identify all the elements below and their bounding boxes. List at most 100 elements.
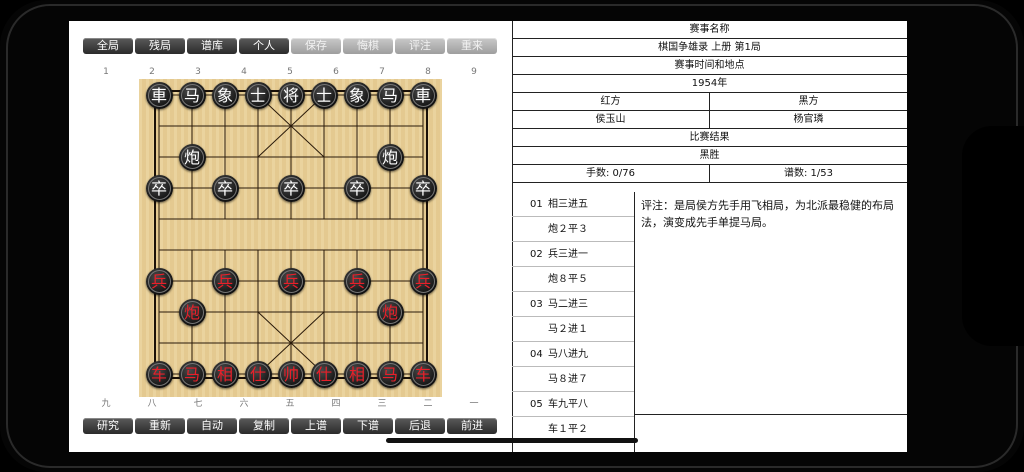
- top-toolbar-button-6[interactable]: 评注: [395, 38, 445, 54]
- file-label: 1: [103, 67, 109, 77]
- bottom-toolbar-button-7[interactable]: 前进: [447, 418, 497, 434]
- top-toolbar-button-7[interactable]: 重来: [447, 38, 497, 54]
- file-label: 九: [101, 399, 111, 409]
- piece-black[interactable]: 卒: [211, 174, 239, 202]
- piece-black[interactable]: 士: [310, 81, 338, 109]
- bottom-toolbar-button-6[interactable]: 后退: [395, 418, 445, 434]
- event-label: 赛事名称: [689, 24, 730, 35]
- move-item[interactable]: 02 兵三进一: [512, 242, 634, 267]
- top-toolbar-button-2[interactable]: 谱库: [187, 38, 237, 54]
- file-label: 六: [239, 399, 249, 409]
- piece-red[interactable]: 车: [409, 360, 437, 388]
- piece-black[interactable]: 炮: [178, 143, 206, 171]
- move-text: 相三进五: [548, 199, 588, 210]
- piece-black[interactable]: 車: [409, 81, 437, 109]
- top-toolbar-button-4[interactable]: 保存: [291, 38, 341, 54]
- move-number: 03: [530, 299, 543, 310]
- piece-black[interactable]: 将: [277, 81, 305, 109]
- piece-red[interactable]: 兵: [145, 267, 173, 295]
- move-list: 01 相三进五 炮２平３ 02 兵三进一炮８平５ 03 马二进三马２进１ 04 马八进九马８进７…: [512, 192, 634, 452]
- top-toolbar-button-3[interactable]: 个人: [239, 38, 289, 54]
- piece-black[interactable]: 马: [376, 81, 404, 109]
- bottom-toolbar-button-0[interactable]: 研究: [83, 418, 133, 434]
- move-text: 车九平八: [548, 399, 588, 410]
- bottom-toolbar-button-3[interactable]: 复制: [239, 418, 289, 434]
- piece-red[interactable]: 兵: [409, 267, 437, 295]
- move-item[interactable]: 炮８平５: [512, 267, 634, 292]
- move-text: 马８进７: [548, 374, 588, 385]
- piece-red[interactable]: 兵: [211, 267, 239, 295]
- piece-black[interactable]: 象: [343, 81, 371, 109]
- piece-black[interactable]: 马: [178, 81, 206, 109]
- piece-red[interactable]: 仕: [244, 360, 272, 388]
- bottom-toolbar-button-2[interactable]: 自动: [187, 418, 237, 434]
- piece-red[interactable]: 炮: [178, 298, 206, 326]
- piece-black[interactable]: 象: [211, 81, 239, 109]
- move-item[interactable]: 05 车九平八: [512, 392, 634, 417]
- piece-black[interactable]: 卒: [343, 174, 371, 202]
- red-label: 红方: [600, 96, 621, 107]
- file-label: 一: [469, 399, 479, 409]
- red-player: 侯玉山: [595, 114, 626, 125]
- file-label: 七: [193, 399, 203, 409]
- move-text: 炮８平５: [548, 274, 588, 285]
- records-count: 谱数: 1/53: [709, 165, 907, 182]
- bottom-toolbar-button-4[interactable]: 上谱: [291, 418, 341, 434]
- top-toolbar-button-0[interactable]: 全局: [83, 38, 133, 54]
- counts-row: 手数: 0/76 谱数: 1/53: [512, 165, 907, 183]
- move-text: 马２进１: [548, 324, 588, 335]
- event-value-row: 棋国争雄录 上册 第1局: [512, 39, 907, 57]
- file-label: 4: [241, 67, 247, 77]
- bottom-toolbar-button-5[interactable]: 下谱: [343, 418, 393, 434]
- result-value: 黑胜: [699, 150, 720, 161]
- bottom-toolbar-button-1[interactable]: 重新: [135, 418, 185, 434]
- file-label: 5: [287, 67, 293, 77]
- move-item[interactable]: 03 马二进三: [512, 292, 634, 317]
- move-item[interactable]: 炮２平３: [512, 217, 634, 242]
- players-row: 侯玉山 杨官璘: [512, 111, 907, 129]
- home-indicator[interactable]: [386, 438, 638, 443]
- result-value-row: 黑胜: [512, 147, 907, 165]
- piece-red[interactable]: 炮: [376, 298, 404, 326]
- piece-red[interactable]: 相: [343, 360, 371, 388]
- piece-red[interactable]: 相: [211, 360, 239, 388]
- chess-board[interactable]: 車马象士将士象马車炮炮卒卒卒卒卒兵兵兵兵兵炮炮车马相仕帅仕相马车: [139, 79, 442, 397]
- file-label: 2: [149, 67, 155, 77]
- move-item[interactable]: 04 马八进九: [512, 342, 634, 367]
- time-place-value-row: 1954年: [512, 75, 907, 93]
- top-toolbar-button-5[interactable]: 悔棋: [343, 38, 393, 54]
- event-label-row: 赛事名称: [512, 21, 907, 39]
- piece-red[interactable]: 马: [178, 360, 206, 388]
- moves-count: 手数: 0/76: [585, 168, 635, 179]
- file-label: 八: [147, 399, 157, 409]
- move-item[interactable]: 01 相三进五: [512, 192, 634, 217]
- piece-red[interactable]: 马: [376, 360, 404, 388]
- piece-red[interactable]: 兵: [277, 267, 305, 295]
- piece-black[interactable]: 車: [145, 81, 173, 109]
- piece-red[interactable]: 兵: [343, 267, 371, 295]
- piece-black[interactable]: 炮: [376, 143, 404, 171]
- top-toolbar: 全局 残局 谱库 个人 保存 悔棋 评注 重来: [83, 38, 497, 54]
- move-item[interactable]: 马８进７: [512, 367, 634, 392]
- event-value: 棋国争雄录 上册 第1局: [658, 42, 761, 53]
- piece-black[interactable]: 卒: [409, 174, 437, 202]
- app-screen: 全局 残局 谱库 个人 保存 悔棋 评注 重来 123456789 車马象士将士象马車炮炮卒卒…: [69, 21, 907, 452]
- piece-red[interactable]: 仕: [310, 360, 338, 388]
- sides-label-row: 红方 黑方: [512, 93, 907, 111]
- piece-red[interactable]: 车: [145, 360, 173, 388]
- file-label: 7: [379, 67, 385, 77]
- piece-black[interactable]: 士: [244, 81, 272, 109]
- piece-black[interactable]: 卒: [145, 174, 173, 202]
- file-label: 3: [195, 67, 201, 77]
- camera-notch: [962, 126, 1024, 346]
- time-place-value: 1954年: [691, 78, 728, 89]
- piece-red[interactable]: 帅: [277, 360, 305, 388]
- move-text: 马八进九: [548, 349, 588, 360]
- move-number: 02: [530, 249, 543, 260]
- piece-black[interactable]: 卒: [277, 174, 305, 202]
- file-label: 三: [377, 399, 387, 409]
- time-place-label: 赛事时间和地点: [674, 60, 745, 71]
- move-item[interactable]: 马２进１: [512, 317, 634, 342]
- top-toolbar-button-1[interactable]: 残局: [135, 38, 185, 54]
- result-label: 比赛结果: [689, 132, 730, 143]
